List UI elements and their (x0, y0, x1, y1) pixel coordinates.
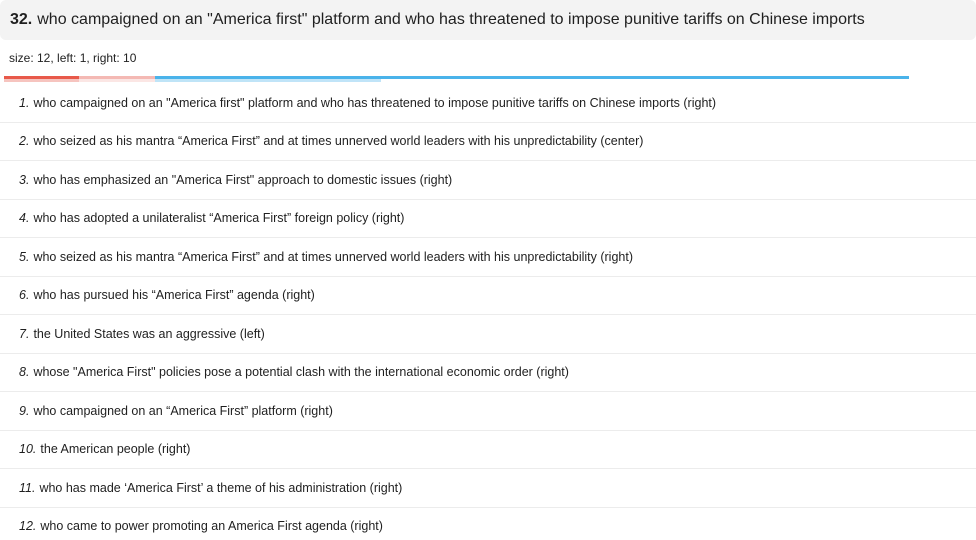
list-item-text: who seized as his mantra “America First”… (33, 249, 633, 264)
list-item-index: 8. (19, 365, 30, 380)
list-item: 2. who seized as his mantra “America Firs… (0, 123, 976, 161)
cluster-number: 32. (10, 11, 33, 28)
list-item-index: 4. (19, 211, 30, 226)
item-list: 1. who campaigned on an "America first" p… (0, 84, 976, 540)
list-item: 6. who has pursued his “America First” ag… (0, 277, 976, 315)
list-item-text: who came to power promoting an America F… (40, 519, 383, 534)
list-item: 1. who campaigned on an "America first" p… (0, 84, 976, 123)
list-item-text: who has adopted a unilateralist “America… (33, 211, 405, 226)
list-item: 11. who has made ‘America First’ a theme … (0, 469, 976, 508)
list-item-text: who has made ‘America First’ a theme of … (39, 480, 403, 495)
list-item: 4. who has adopted a unilateralist “Ameri… (0, 200, 976, 238)
cluster-title: who campaigned on an "America first" pla… (37, 11, 865, 28)
list-item-text: who seized as his mantra “America First”… (33, 134, 644, 149)
list-item: 7. the United States was an aggressive (l… (0, 315, 976, 354)
stance-bar-shadow (4, 79, 909, 82)
list-item: 3. who has emphasized an "America First" … (0, 161, 976, 200)
list-item-text: who has emphasized an "America First" ap… (33, 172, 453, 187)
list-item: 12. who came to power promoting an Americ… (0, 508, 976, 540)
list-item-index: 11. (19, 480, 36, 495)
cluster-panel: 32. who campaigned on an "America first"… (0, 0, 976, 540)
stance-shadow-center (79, 79, 155, 82)
stance-shadow-left (4, 79, 80, 82)
list-item: 10. the American people (right) (0, 431, 976, 469)
list-item-index: 12. (19, 519, 37, 534)
cluster-header: 32. who campaigned on an "America first"… (0, 0, 976, 40)
list-item-text: the American people (right) (40, 442, 191, 457)
stance-distribution-bar (4, 76, 909, 82)
list-item-index: 3. (19, 172, 30, 187)
cluster-stats: size: 12, left: 1, right: 10 (9, 51, 137, 65)
list-item-text: who campaigned on an “America First” pla… (33, 403, 333, 418)
list-item-text: who campaigned on an "America first" pla… (33, 95, 717, 110)
list-item-index: 7. (19, 326, 30, 341)
list-item-text: whose "America First" policies pose a po… (33, 365, 569, 380)
list-item-text: the United States was an aggressive (lef… (33, 326, 265, 341)
list-item: 9. who campaigned on an “America First” p… (0, 392, 976, 431)
list-item-index: 2. (19, 134, 30, 149)
list-item-index: 6. (19, 288, 30, 303)
list-item-text: who has pursued his “America First” agen… (33, 288, 315, 303)
stance-shadow-right (154, 79, 381, 82)
list-item: 8. whose "America First" policies pose a … (0, 354, 976, 392)
list-item: 5. who seized as his mantra “America Firs… (0, 238, 976, 277)
list-item-index: 10. (19, 442, 37, 457)
list-item-index: 1. (19, 95, 30, 110)
list-item-index: 5. (19, 249, 30, 264)
list-item-index: 9. (19, 403, 30, 418)
